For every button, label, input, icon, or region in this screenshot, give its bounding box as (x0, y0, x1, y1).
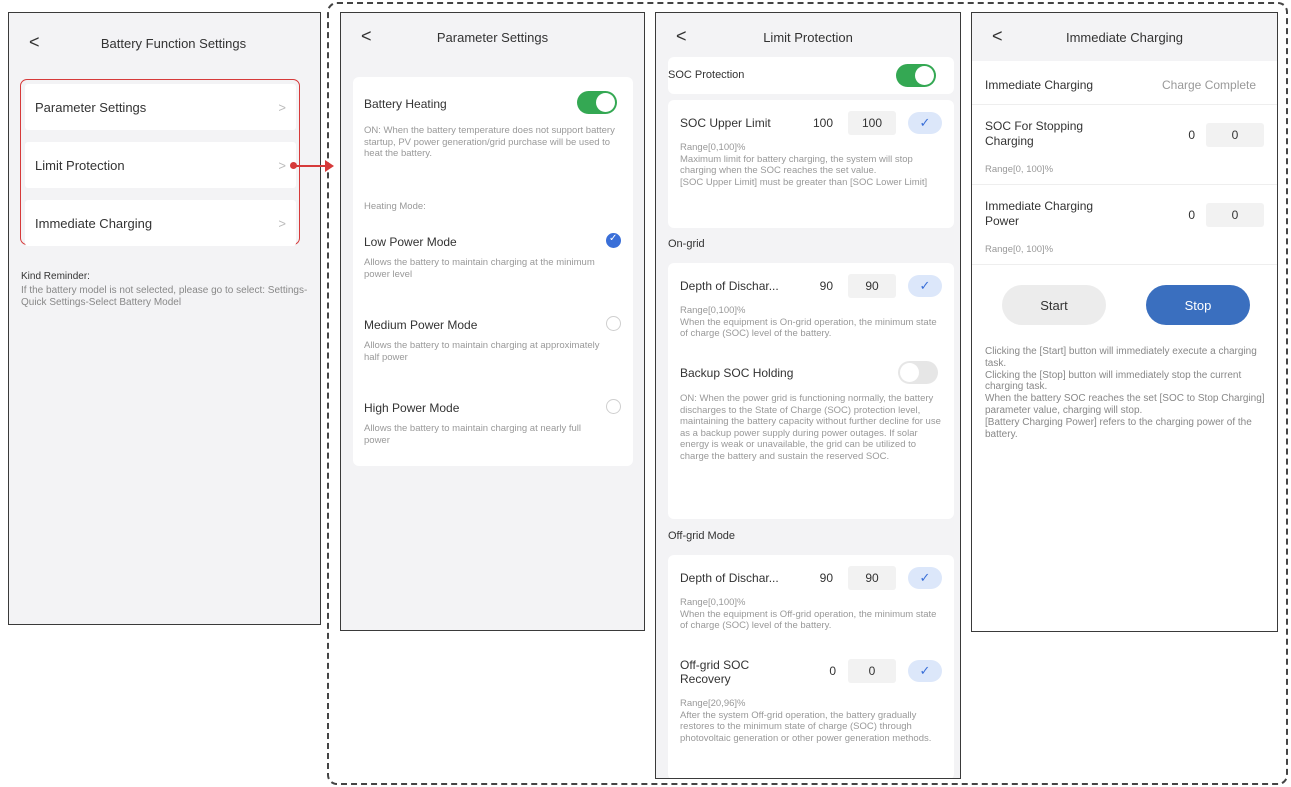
chevron-right-icon: > (278, 215, 286, 231)
page-title: Limit Protection (763, 29, 853, 45)
immediate-charging-screen: < Immediate Charging Immediate Charging … (971, 12, 1278, 632)
limit-protection-screen: < Limit Protection SOC Protection SOC Up… (655, 12, 961, 779)
backup-soc-toggle[interactable] (898, 361, 938, 384)
reminder-text: If the battery model is not selected, pl… (21, 285, 308, 308)
off-grid-recovery-input[interactable]: 0 (848, 659, 896, 683)
off-grid-recovery-desc: Range[20,96]% After the system Off-grid … (680, 698, 932, 744)
charging-status-label: Immediate Charging (985, 78, 1094, 92)
page-title: Immediate Charging (1065, 29, 1184, 45)
page-title: Battery Function Settings (100, 35, 247, 51)
mode-label: Low Power Mode (364, 235, 457, 249)
header: < Battery Function Settings (9, 13, 320, 73)
off-grid-recovery-label: Off-grid SOC Recovery (680, 658, 750, 686)
stop-soc-label: SOC For Stopping Charging (985, 119, 1084, 148)
mode-desc: Allows the battery to maintain charging … (364, 340, 600, 363)
soc-upper-value: 100 (812, 116, 833, 130)
confirm-check-icon[interactable]: ✓ (908, 112, 942, 134)
battery-heating-label: Battery Heating (364, 97, 447, 111)
backup-soc-desc: ON: When the power grid is functioning n… (680, 393, 941, 462)
mode-desc: Allows the battery to maintain charging … (364, 257, 595, 280)
start-button[interactable]: Start (1002, 285, 1106, 325)
charge-power-label: Immediate Charging Power (985, 199, 1094, 228)
chevron-right-icon: > (278, 157, 286, 173)
header: < Immediate Charging (972, 13, 1277, 61)
confirm-check-icon[interactable]: ✓ (908, 275, 942, 297)
low-power-mode-radio[interactable] (606, 233, 621, 248)
on-grid-dod-value: 90 (819, 279, 833, 293)
soc-protection-label: SOC Protection (668, 69, 745, 81)
charge-power-row: Immediate Charging Power 0 0 Range[0, 10… (972, 185, 1277, 265)
back-icon[interactable]: < (29, 32, 40, 53)
soc-upper-desc: Range[0,100]% Maximum limit for battery … (680, 142, 928, 188)
soc-upper-label: SOC Upper Limit (680, 116, 771, 130)
soc-upper-input[interactable]: 100 (848, 111, 896, 135)
connector-arrow-line (294, 165, 328, 167)
menu-item-label: Parameter Settings (35, 99, 147, 115)
on-grid-section-label: On-grid (668, 238, 705, 250)
stop-soc-row: SOC For Stopping Charging 0 0 Range[0, 1… (972, 105, 1277, 185)
confirm-check-icon[interactable]: ✓ (908, 567, 942, 589)
soc-protection-row: SOC Protection (668, 57, 954, 94)
kind-reminder: Kind Reminder: If the battery model is n… (21, 271, 311, 309)
on-grid-dod-label: Depth of Dischar... (680, 279, 779, 293)
reminder-title: Kind Reminder: (21, 271, 90, 282)
battery-heating-desc: ON: When the battery temperature does no… (364, 125, 615, 159)
chevron-right-icon: > (278, 99, 286, 115)
mode-label: High Power Mode (364, 401, 460, 415)
arrow-right-icon (325, 160, 334, 172)
soc-upper-card: SOC Upper Limit 100 100 ✓ Range[0,100]% … (668, 100, 954, 228)
heating-mode-label: Heating Mode: (364, 201, 426, 212)
off-grid-dod-label: Depth of Dischar... (680, 571, 779, 585)
menu-highlight-box: Parameter Settings > Limit Protection > … (20, 79, 300, 246)
back-icon[interactable]: < (361, 26, 372, 47)
off-grid-card: Depth of Dischar... 90 90 ✓ Range[0,100]… (668, 555, 954, 778)
charge-power-value: 0 (1188, 208, 1195, 222)
charging-status-row: Immediate Charging Charge Complete (972, 61, 1277, 105)
menu-item-label: Limit Protection (35, 157, 125, 173)
header: < Limit Protection (656, 13, 960, 61)
backup-soc-label: Backup SOC Holding (680, 366, 794, 380)
battery-function-settings-screen: < Battery Function Settings Parameter Se… (8, 12, 321, 625)
back-icon[interactable]: < (676, 26, 687, 47)
heating-card: Battery Heating ON: When the battery tem… (353, 77, 633, 466)
charge-power-range: Range[0, 100]% (985, 244, 1054, 255)
stop-soc-range: Range[0, 100]% (985, 164, 1054, 175)
parameter-settings-screen: < Parameter Settings Battery Heating ON:… (340, 12, 645, 631)
off-grid-dod-desc: Range[0,100]% When the equipment is Off-… (680, 597, 937, 631)
charging-status-value: Charge Complete (1162, 78, 1257, 92)
on-grid-dod-input[interactable]: 90 (848, 274, 896, 298)
soc-protection-toggle[interactable] (896, 64, 936, 87)
charge-power-input[interactable]: 0 (1206, 203, 1264, 227)
mode-label: Medium Power Mode (364, 318, 478, 332)
on-grid-card: Depth of Dischar... 90 90 ✓ Range[0,100]… (668, 263, 954, 519)
confirm-check-icon[interactable]: ✓ (908, 660, 942, 682)
off-grid-dod-input[interactable]: 90 (848, 566, 896, 590)
menu-item-limit-protection[interactable]: Limit Protection > (25, 142, 296, 188)
stop-soc-input[interactable]: 0 (1206, 123, 1264, 147)
off-grid-recovery-value: 0 (829, 664, 836, 678)
on-grid-dod-desc: Range[0,100]% When the equipment is On-g… (680, 305, 937, 339)
back-icon[interactable]: < (992, 26, 1003, 47)
high-power-mode-radio[interactable] (606, 399, 621, 414)
off-grid-section-label: Off-grid Mode (668, 530, 736, 542)
menu-item-label: Immediate Charging (35, 215, 153, 231)
menu-item-parameter-settings[interactable]: Parameter Settings > (25, 84, 296, 130)
stop-soc-value: 0 (1188, 128, 1195, 142)
stop-button[interactable]: Stop (1146, 285, 1250, 325)
mode-desc: Allows the battery to maintain charging … (364, 423, 582, 446)
page-title: Parameter Settings (436, 29, 549, 45)
medium-power-mode-radio[interactable] (606, 316, 621, 331)
menu-item-immediate-charging[interactable]: Immediate Charging > (25, 200, 296, 246)
charging-info-text: Clicking the [Start] button will immedia… (985, 346, 1265, 440)
battery-heating-toggle[interactable] (577, 91, 617, 114)
header: < Parameter Settings (341, 13, 644, 61)
off-grid-dod-value: 90 (819, 571, 833, 585)
